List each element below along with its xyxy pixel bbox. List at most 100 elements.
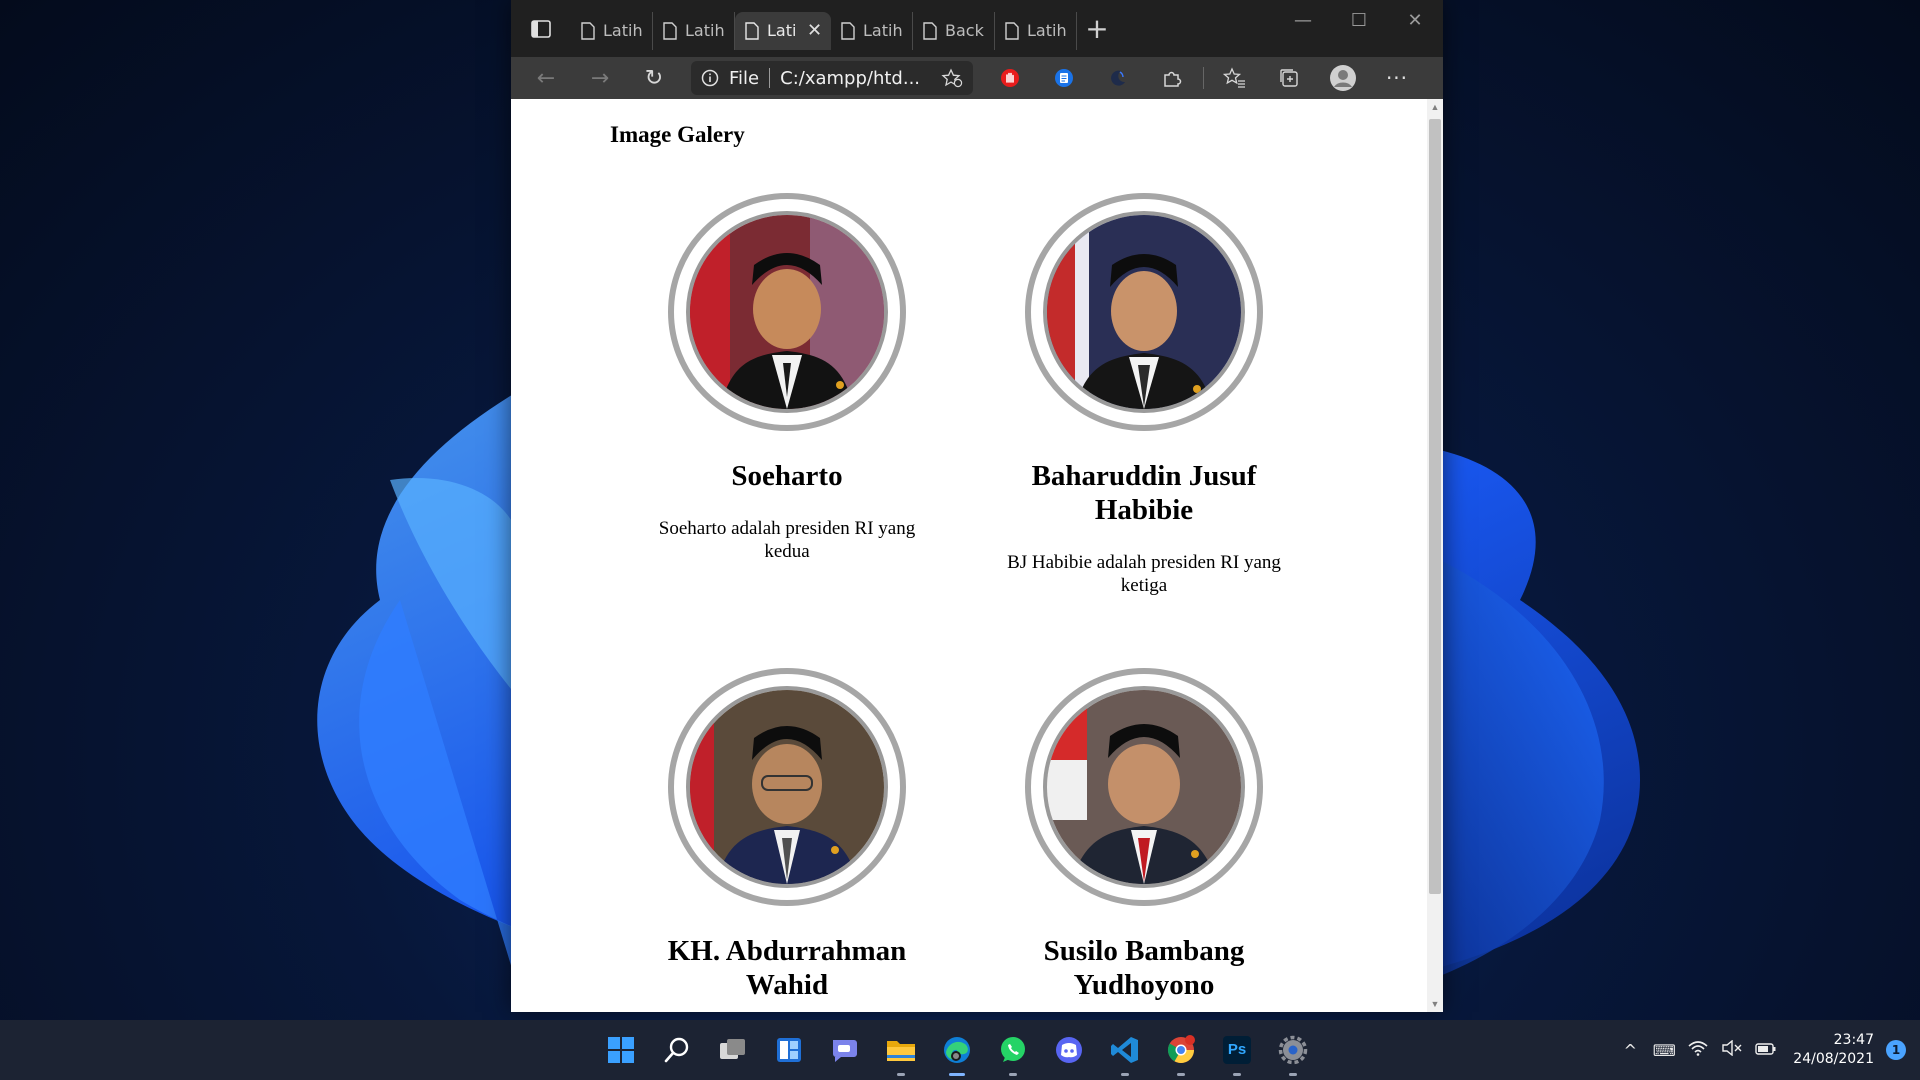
card-caption: Soeharto adalah presiden RI yang kedua — [658, 518, 916, 562]
search-button[interactable] — [649, 1020, 705, 1080]
chrome-button[interactable] — [1153, 1020, 1209, 1080]
tab[interactable]: LatihanC — [653, 11, 735, 50]
card-name: KH. Abdurrahman Wahid — [667, 935, 907, 1001]
photoshop-icon: Ps — [1223, 1036, 1251, 1064]
document-extension-icon — [1055, 69, 1073, 87]
speaker-glyph — [1722, 1039, 1742, 1057]
tab-active[interactable]: Lati ✕ — [735, 11, 831, 50]
extensions-button[interactable] — [1145, 57, 1199, 99]
card-name: Baharuddin Jusuf Habibie — [1031, 460, 1257, 526]
whatsapp-button[interactable] — [985, 1020, 1041, 1080]
portrait-image — [1047, 215, 1241, 409]
portrait-photo — [686, 686, 888, 888]
edge-button[interactable] — [929, 1020, 985, 1080]
tab-label: Backgro — [945, 21, 984, 40]
running-indicator — [1121, 1073, 1129, 1076]
tab[interactable]: LatihanC — [995, 11, 1077, 50]
card-name: Susilo Bambang Yudhoyono — [1043, 935, 1245, 1001]
file-explorer-button[interactable] — [873, 1020, 929, 1080]
extension-button[interactable] — [1091, 57, 1145, 99]
tab-actions-button[interactable] — [511, 0, 571, 57]
settings-button[interactable] — [1265, 1020, 1321, 1080]
close-icon: ✕ — [1407, 9, 1423, 31]
portrait-image — [1047, 690, 1241, 884]
refresh-button[interactable]: ↻ — [627, 57, 681, 99]
new-tab-button[interactable]: + — [1077, 11, 1117, 45]
close-tab-icon[interactable]: ✕ — [807, 20, 822, 41]
card-caption: BJ Habibie adalah presiden RI yang ketig… — [1007, 552, 1281, 596]
scroll-up-arrow-icon[interactable]: ▲ — [1427, 99, 1443, 115]
speaker-muted-icon[interactable] — [1715, 1039, 1749, 1060]
tab-label: LatihanC — [685, 21, 724, 40]
battery-glyph — [1755, 1042, 1776, 1055]
clock[interactable]: 23:47 24/08/2021 — [1793, 1031, 1874, 1069]
address-bar[interactable]: File C:/xampp/htd... — [691, 61, 973, 95]
running-indicator — [897, 1073, 905, 1076]
plus-icon: + — [1085, 11, 1109, 45]
scroll-down-arrow-icon[interactable]: ▼ — [1427, 996, 1443, 1012]
portrait-frame — [1025, 193, 1263, 431]
arrow-right-icon: → — [590, 65, 610, 91]
battery-icon[interactable] — [1749, 1041, 1783, 1060]
system-tray: ^ ⌨ 23:47 24/08/2021 1 — [1613, 1020, 1920, 1080]
gallery-card: Baharuddin Jusuf Habibie BJ Habibie adal… — [994, 193, 1294, 597]
tab[interactable]: LatihanC — [831, 11, 913, 50]
notification-badge[interactable]: 1 — [1886, 1040, 1906, 1060]
running-indicator — [1233, 1073, 1241, 1076]
tab[interactable]: LatihanC — [571, 11, 653, 50]
file-explorer-icon — [887, 1041, 915, 1061]
photoshop-button[interactable]: Ps — [1209, 1020, 1265, 1080]
vertical-scrollbar[interactable]: ▲ ▼ — [1427, 99, 1443, 1012]
arrow-left-icon: ← — [536, 65, 556, 91]
task-view-icon — [720, 1039, 745, 1059]
portrait-photo — [1043, 686, 1245, 888]
page-icon — [841, 21, 855, 40]
chevron-up-icon[interactable]: ^ — [1613, 1041, 1647, 1060]
profile-button[interactable] — [1316, 57, 1370, 99]
tab[interactable]: Backgro — [913, 11, 995, 50]
back-button[interactable]: ← — [519, 57, 573, 99]
page-icon — [1005, 21, 1019, 40]
extension-button[interactable] — [983, 57, 1037, 99]
favorites-icon — [1223, 67, 1245, 88]
portrait-photo — [1043, 211, 1245, 413]
portrait-image — [690, 215, 884, 409]
widgets-icon — [777, 1038, 801, 1062]
start-button[interactable] — [593, 1020, 649, 1080]
task-view-button[interactable] — [705, 1020, 761, 1080]
collections-icon — [1280, 69, 1298, 87]
vscode-button[interactable] — [1097, 1020, 1153, 1080]
favorites-button[interactable] — [1208, 57, 1262, 99]
extension-button[interactable] — [1037, 57, 1091, 99]
keyboard-icon[interactable]: ⌨ — [1647, 1041, 1681, 1060]
info-icon — [701, 69, 719, 87]
collections-button[interactable] — [1262, 57, 1316, 99]
forward-button[interactable]: → — [573, 57, 627, 99]
scroll-thumb[interactable] — [1429, 119, 1441, 894]
maximize-button[interactable]: ☐ — [1331, 0, 1387, 40]
add-favorite-icon[interactable] — [941, 68, 963, 88]
clock-date: 24/08/2021 — [1793, 1051, 1874, 1067]
hand-stop-extension-icon — [1001, 69, 1019, 87]
chat-button[interactable] — [817, 1020, 873, 1080]
refresh-icon: ↻ — [644, 65, 664, 91]
whatsapp-icon — [1001, 1037, 1025, 1062]
browser-toolbar: ← → ↻ File C:/xampp/htd... ··· — [511, 57, 1443, 99]
widgets-button[interactable] — [761, 1020, 817, 1080]
tab-label: LatihanC — [863, 21, 902, 40]
portrait-image — [690, 690, 884, 884]
minimize-button[interactable]: — — [1275, 0, 1331, 40]
settings-icon — [1278, 1035, 1308, 1065]
taskbar-apps: Ps — [593, 1020, 1321, 1080]
photoshop-label: Ps — [1227, 1041, 1247, 1058]
discord-button[interactable] — [1041, 1020, 1097, 1080]
portrait-frame — [668, 668, 906, 906]
chrome-icon — [1167, 1035, 1195, 1064]
discord-icon — [1056, 1037, 1082, 1063]
close-window-button[interactable]: ✕ — [1387, 0, 1443, 40]
wifi-icon[interactable] — [1681, 1040, 1715, 1060]
settings-menu-button[interactable]: ··· — [1370, 57, 1424, 99]
page-icon — [581, 21, 595, 40]
search-icon — [664, 1037, 689, 1063]
toolbar-divider — [1203, 67, 1204, 89]
